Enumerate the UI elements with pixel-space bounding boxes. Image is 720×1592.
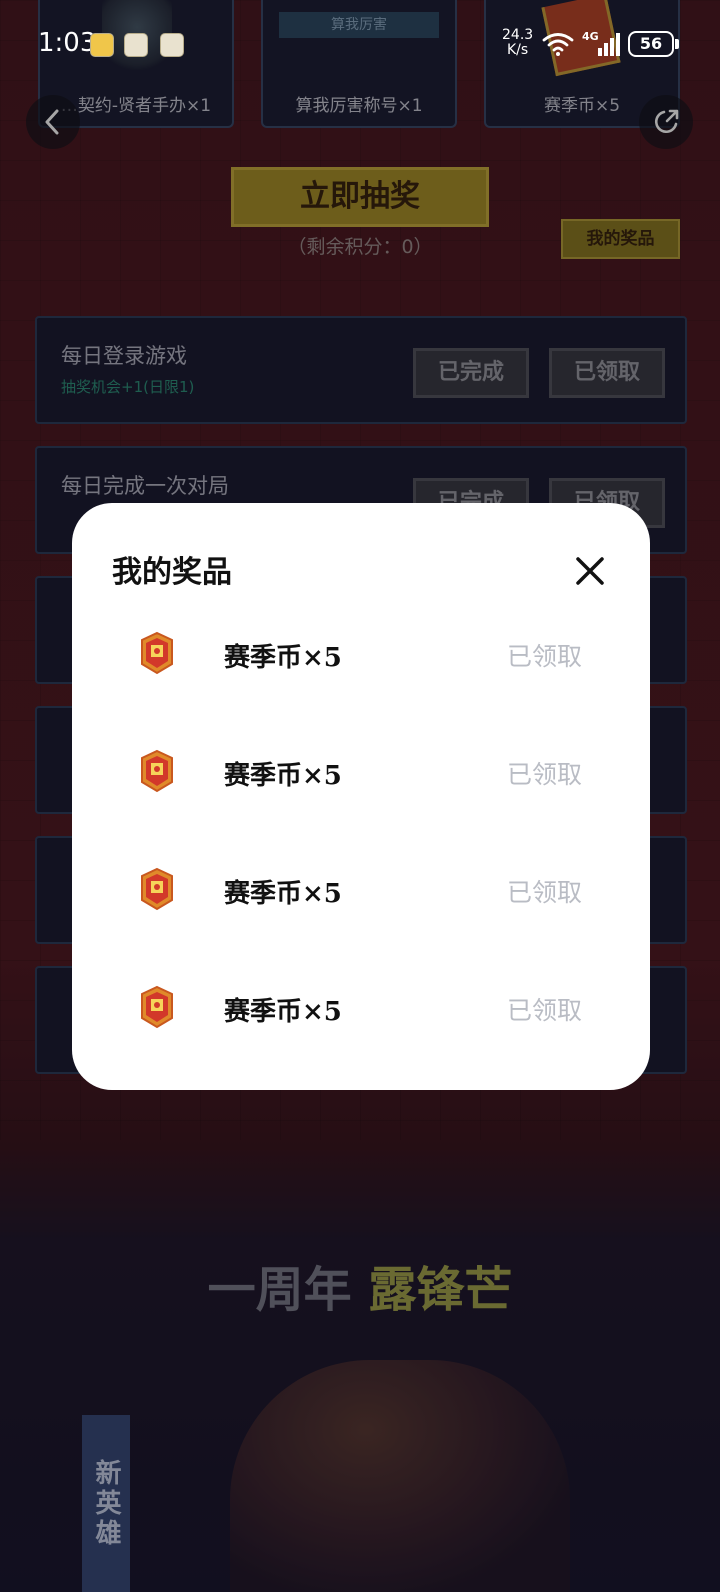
wifi-icon [542,33,574,56]
prize-list-item: 赛季币×5 已领取 [72,741,650,801]
prize-claim-status: 已领取 [507,642,583,671]
network-speed-value: 24.3 [502,27,534,43]
prize-claim-status: 已领取 [507,996,583,1025]
prize-list-item: 赛季币×5 已领取 [72,623,650,683]
season-coin-icon [141,867,173,911]
status-time: 1:03 [38,28,97,58]
season-coin-icon [141,749,173,793]
app-notification-icon [160,33,184,57]
prize-claim-status: 已领取 [507,760,583,789]
prize-name: 赛季币×5 [224,997,342,1027]
prize-name: 赛季币×5 [224,643,342,673]
status-bar: 1:03 24.3 K/s 4G 56 [0,0,720,90]
modal-title: 我的奖品 [112,555,232,590]
prize-name: 赛季币×5 [224,761,342,791]
prize-list-item: 赛季币×5 已领取 [72,977,650,1037]
season-coin-icon [141,631,173,675]
prize-claim-status: 已领取 [507,878,583,907]
cellular-signal-icon [598,33,620,56]
close-icon[interactable] [570,551,610,591]
battery-indicator: 56 [628,31,674,57]
network-speed: 24.3 K/s [502,28,533,58]
battery-tip [675,39,679,49]
app-notification-icon [124,33,148,57]
my-prizes-modal: 我的奖品 赛季币×5 已领取 赛季币×5 已领取 赛季币×5 已领取 赛季币×5… [72,503,650,1090]
season-coin-icon [141,985,173,1029]
app-notification-icon [90,33,114,57]
network-speed-unit: K/s [506,42,529,58]
prize-list-item: 赛季币×5 已领取 [72,859,650,919]
prize-name: 赛季币×5 [224,879,342,909]
